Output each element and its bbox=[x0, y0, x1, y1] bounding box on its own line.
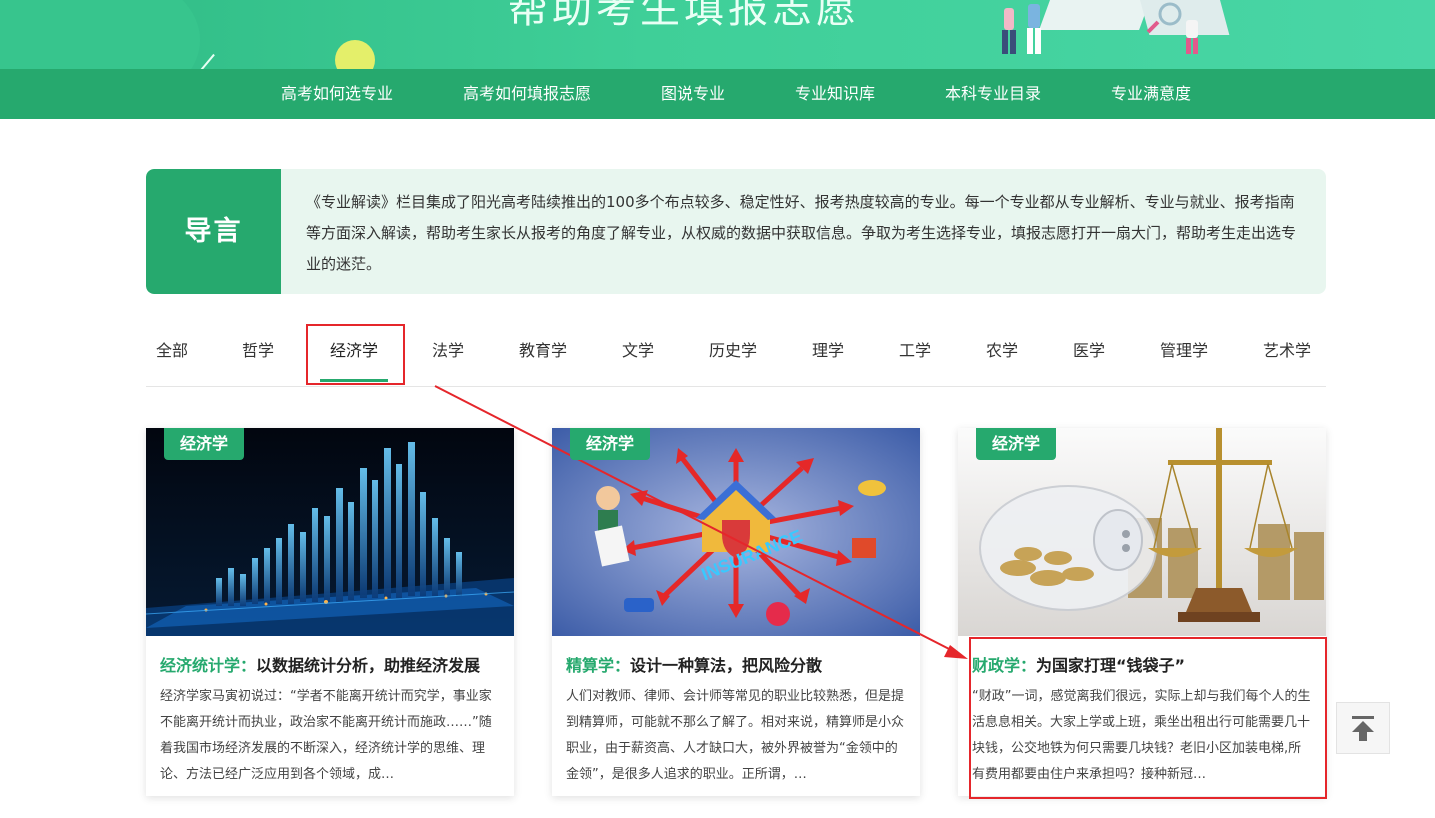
tab-management[interactable]: 管理学 bbox=[1160, 326, 1208, 376]
banner-decoration-line bbox=[199, 53, 215, 70]
back-to-top-button[interactable] bbox=[1336, 702, 1390, 754]
card-description: 经济学家马寅初说过：“学者不能离开统计而究学，事业家不能离开统计而执业，政治家不… bbox=[160, 689, 492, 782]
nav-item-major-satisfaction[interactable]: 专业满意度 bbox=[1111, 69, 1191, 119]
intro-label: 导言 bbox=[146, 169, 281, 294]
card-category-tag: 经济学 bbox=[164, 428, 245, 460]
header-banner: 帮助考生填报志愿 bbox=[0, 0, 1435, 70]
card-title[interactable]: 精算学：设计一种算法，把风险分散 bbox=[566, 652, 911, 676]
nav-item-illustrated-majors[interactable]: 图说专业 bbox=[661, 69, 725, 119]
major-card-economic-statistics[interactable]: 经济学 经济统计学：以数据统计分析，助推经济发展 经济学家马寅初说过：“学者不能… bbox=[146, 428, 514, 796]
tab-agriculture[interactable]: 农学 bbox=[986, 326, 1018, 376]
category-tabs: 全部 哲学 经济学 法学 教育学 文学 历史学 理学 工学 农学 医学 管理学 … bbox=[146, 326, 1326, 387]
nav-item-major-knowledge-base[interactable]: 专业知识库 bbox=[795, 69, 875, 119]
card-title-category: 经济统计学： bbox=[160, 656, 257, 675]
nav-item-how-to-fill-application[interactable]: 高考如何填报志愿 bbox=[463, 69, 591, 119]
card-category-tag: 经济学 bbox=[570, 428, 651, 460]
card-description: 人们对教师、律师、会计师等常见的职业比较熟悉，但是提到精算师，可能就不那么了解了… bbox=[566, 689, 905, 782]
banner-illustration bbox=[1002, 0, 1230, 54]
intro-text: 《专业解读》栏目集成了阳光高考陆续推出的100多个布点较多、稳定性好、报考热度较… bbox=[306, 193, 1297, 273]
intro-panel: 导言 《专业解读》栏目集成了阳光高考陆续推出的100多个布点较多、稳定性好、报考… bbox=[146, 169, 1326, 294]
banner-decoration-dot bbox=[335, 40, 375, 70]
nav-item-how-to-choose-major[interactable]: 高考如何选专业 bbox=[281, 69, 393, 119]
tab-economics[interactable]: 经济学 bbox=[330, 326, 378, 376]
tab-science[interactable]: 理学 bbox=[812, 326, 844, 376]
card-category-tag: 经济学 bbox=[976, 428, 1057, 460]
active-tab-indicator bbox=[320, 379, 388, 382]
tab-philosophy[interactable]: 哲学 bbox=[242, 326, 274, 376]
tab-engineering[interactable]: 工学 bbox=[899, 326, 931, 376]
major-card-actuarial-science[interactable]: INSURANCE 经济学 精算学：设计一种算法，把风险分散 人们对教师、律师、… bbox=[552, 428, 920, 796]
card-title-headline: 为国家打理“钱袋子” bbox=[1036, 656, 1186, 675]
banner-decoration bbox=[0, 0, 200, 70]
tab-literature[interactable]: 文学 bbox=[622, 326, 654, 376]
card-title-category: 精算学： bbox=[566, 656, 631, 675]
tab-medicine[interactable]: 医学 bbox=[1073, 326, 1105, 376]
nav-item-undergrad-catalog[interactable]: 本科专业目录 bbox=[945, 69, 1041, 119]
tab-law[interactable]: 法学 bbox=[432, 326, 464, 376]
main-nav: 高考如何选专业 高考如何填报志愿 图说专业 专业知识库 本科专业目录 专业满意度 bbox=[0, 69, 1435, 119]
banner-subtitle: 帮助考生填报志愿 bbox=[508, 0, 860, 32]
tab-all[interactable]: 全部 bbox=[156, 326, 188, 376]
card-title-headline: 以数据统计分析，助推经济发展 bbox=[256, 656, 481, 675]
card-title[interactable]: 财政学：为国家打理“钱袋子” bbox=[972, 652, 1317, 676]
tab-art[interactable]: 艺术学 bbox=[1263, 326, 1311, 376]
tab-history[interactable]: 历史学 bbox=[709, 326, 757, 376]
card-description: “财政”一词，感觉离我们很远，实际上却与我们每个人的生活息息相关。大家上学或上班… bbox=[972, 689, 1311, 782]
card-title-headline: 设计一种算法，把风险分散 bbox=[630, 656, 823, 675]
card-title[interactable]: 经济统计学：以数据统计分析，助推经济发展 bbox=[160, 652, 505, 676]
arrow-up-icon bbox=[1352, 716, 1374, 741]
card-title-category: 财政学： bbox=[972, 656, 1037, 675]
tab-education[interactable]: 教育学 bbox=[519, 326, 567, 376]
major-card-public-finance[interactable]: 经济学 财政学：为国家打理“钱袋子” “财政”一词，感觉离我们很远，实际上却与我… bbox=[958, 428, 1326, 796]
